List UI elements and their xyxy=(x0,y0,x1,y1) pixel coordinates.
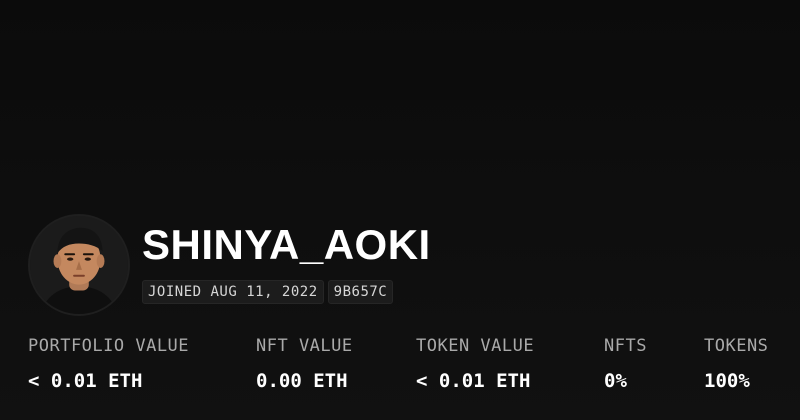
stat-token-value: TOKEN VALUE < 0.01 ETH xyxy=(416,336,534,392)
stat-value: 0% xyxy=(604,370,627,392)
stat-tokens: TOKENS 100% xyxy=(704,336,768,392)
stat-label: TOKEN VALUE xyxy=(416,336,535,356)
user-portrait-icon xyxy=(30,216,128,314)
stat-value: < 0.01 ETH xyxy=(28,370,143,392)
profile-header: SHINYA_AOKI JOINED AUG 11, 2022 9B657C xyxy=(28,214,431,316)
stat-value: 0.00 ETH xyxy=(256,370,348,392)
stats-row: PORTFOLIO VALUE < 0.01 ETH NFT VALUE 0.0… xyxy=(28,336,800,416)
stat-label: TOKENS xyxy=(704,336,769,356)
stat-label: NFT VALUE xyxy=(256,336,353,356)
stat-nft-value: NFT VALUE 0.00 ETH xyxy=(256,336,353,392)
stat-value: < 0.01 ETH xyxy=(416,370,531,392)
stat-label: NFTS xyxy=(604,336,647,356)
wallet-address-badge: 9B657C xyxy=(327,280,394,304)
stat-nfts: NFTS 0% xyxy=(604,336,647,392)
profile-tags: JOINED AUG 11, 2022 9B657C xyxy=(142,280,431,304)
stat-portfolio-value: PORTFOLIO VALUE < 0.01 ETH xyxy=(28,336,189,392)
avatar xyxy=(28,214,130,316)
joined-date-badge: JOINED AUG 11, 2022 xyxy=(142,280,324,304)
stat-label: PORTFOLIO VALUE xyxy=(28,336,190,356)
identity-block: SHINYA_AOKI JOINED AUG 11, 2022 9B657C xyxy=(142,214,431,304)
username: SHINYA_AOKI xyxy=(142,221,431,268)
stat-value: 100% xyxy=(704,370,750,392)
